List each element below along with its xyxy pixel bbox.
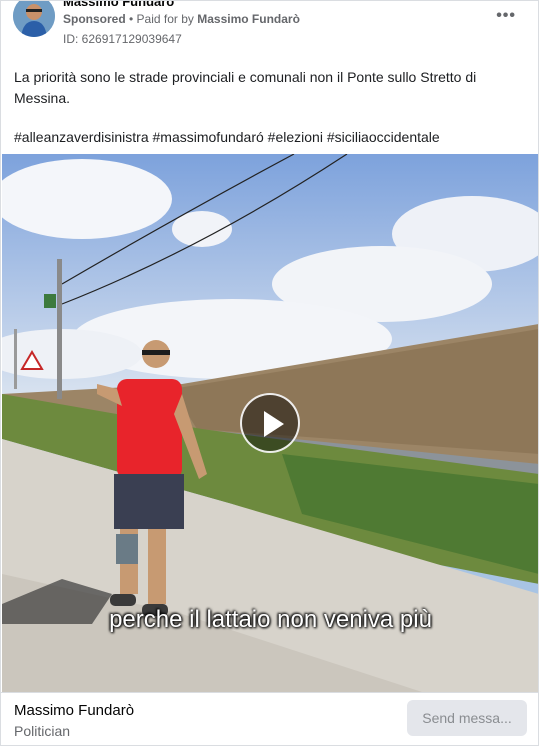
play-icon[interactable] <box>240 393 300 453</box>
paid-for-prefix: • Paid for by <box>125 12 198 26</box>
page-name[interactable]: Massimo Fundaró <box>63 1 174 9</box>
footer-category: Politician <box>14 723 71 739</box>
video-subtitle: perche il lattaio non veniva più <box>109 606 432 633</box>
ad-card: Massimo Fundaró Sponsored • Paid for by … <box>0 0 539 746</box>
sponsored-label: Sponsored <box>63 12 126 26</box>
sponsored-line: Sponsored • Paid for by Massimo Fundarò <box>63 12 300 26</box>
ad-footer: Massimo Fundarò Politician Send messa... <box>1 692 538 745</box>
post-hashtags[interactable]: #alleanzaverdisinistra #massimofundaró #… <box>14 127 524 148</box>
footer-page-name[interactable]: Massimo Fundarò <box>14 702 134 719</box>
ad-header: Massimo Fundaró Sponsored • Paid for by … <box>1 1 538 61</box>
avatar-image <box>13 1 55 37</box>
more-horizontal-icon[interactable]: ••• <box>496 7 516 25</box>
video-player[interactable]: perche il lattaio non veniva più <box>2 154 538 692</box>
avatar[interactable] <box>13 1 55 37</box>
paid-for-name: Massimo Fundarò <box>197 12 300 26</box>
send-message-button[interactable]: Send messa... <box>407 700 527 736</box>
ad-id: ID: 626917129039647 <box>63 32 182 46</box>
post-text: La priorità sono le strade provinciali e… <box>14 69 477 106</box>
